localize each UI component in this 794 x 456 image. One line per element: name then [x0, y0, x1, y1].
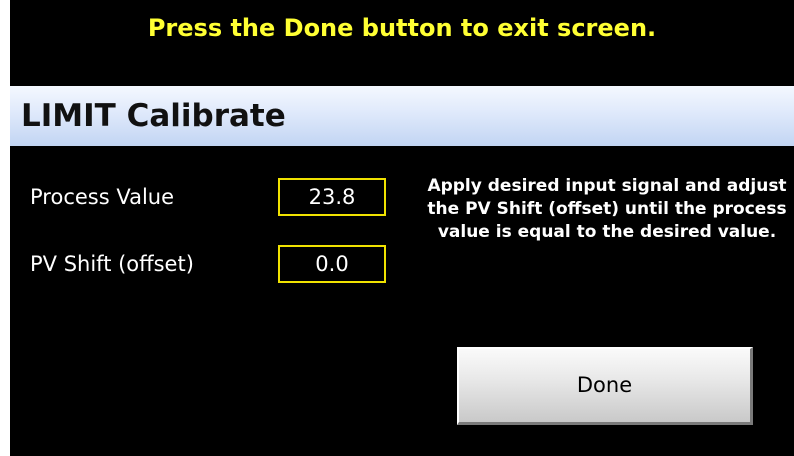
instruction-banner: Press the Done button to exit screen.: [147, 14, 657, 42]
pv-shift-field[interactable]: 0.0: [278, 245, 386, 283]
page-title: LIMIT Calibrate: [21, 98, 286, 134]
process-value-label: Process Value: [30, 185, 175, 209]
process-value-field: 23.8: [278, 178, 386, 216]
help-text: Apply desired input signal and adjust th…: [427, 176, 787, 242]
pv-shift-label: PV Shift (offset): [30, 252, 194, 276]
title-bar: LIMIT Calibrate: [10, 86, 794, 146]
done-button[interactable]: Done: [457, 347, 753, 425]
calibration-screen: Press the Done button to exit screen. LI…: [10, 0, 794, 456]
